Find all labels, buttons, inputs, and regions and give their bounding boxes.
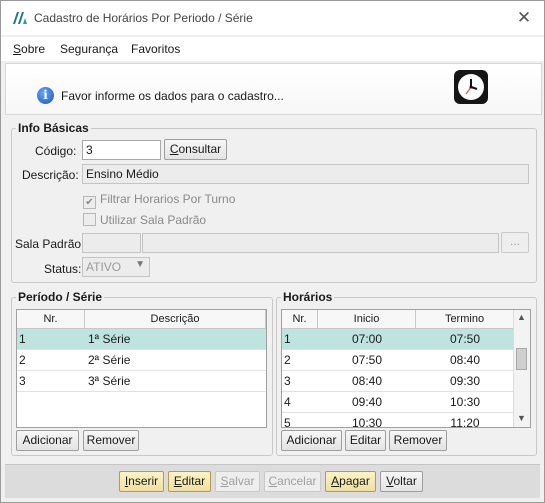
periodo-header-descricao[interactable]: Descrição	[85, 310, 266, 329]
cancelar-button[interactable]: Cancelar	[264, 471, 321, 492]
title-bar: Cadastro de Horários Por Periodo / Série…	[1, 1, 544, 35]
horarios-scrollbar[interactable]: ▲ ▼	[513, 310, 530, 427]
consultar-button[interactable]: Consultar	[164, 139, 227, 160]
info-icon: i	[37, 87, 54, 104]
row-termino: 11:20	[450, 416, 480, 428]
table-row[interactable]: 3 08:40 09:30	[282, 371, 514, 392]
descricao-label: Descrição:	[22, 168, 79, 182]
table-row[interactable]: 2 2ª Série	[17, 350, 266, 371]
menu-sobre[interactable]: Sobre	[13, 42, 45, 56]
scroll-up-icon[interactable]: ▲	[517, 312, 526, 322]
row-desc: 1ª Série	[88, 332, 131, 346]
filtrar-checkbox[interactable]: ✔ Filtrar Horarios Por Turno	[83, 192, 235, 209]
periodo-header-nr[interactable]: Nr.	[17, 310, 85, 329]
main-window: Cadastro de Horários Por Periodo / Série…	[0, 0, 545, 503]
horarios-editar-button[interactable]: Editar	[345, 430, 386, 451]
periodo-legend: Período / Série	[16, 290, 105, 304]
row-inicio: 10:30	[351, 416, 383, 428]
status-select[interactable]: ATIVO ▼	[82, 257, 150, 277]
horarios-remover-button[interactable]: Remover	[389, 430, 447, 451]
horarios-legend: Horários	[281, 290, 335, 304]
editar-button[interactable]: Editar	[168, 471, 211, 492]
row-nr: 2	[19, 353, 26, 367]
scroll-down-icon[interactable]: ▼	[517, 413, 526, 423]
info-message: Favor informe os dados para o cadastro..…	[61, 89, 284, 103]
periodo-table: Nr. Descrição 1 1ª Série 2 2ª Série 3 3ª…	[16, 309, 267, 428]
sala-code-input[interactable]	[82, 233, 141, 253]
table-row[interactable]: 2 07:50 08:40	[282, 350, 514, 371]
checkbox-box	[83, 213, 96, 226]
table-row[interactable]: 3 3ª Série	[17, 371, 266, 392]
table-row[interactable]: 5 10:30 11:20	[282, 413, 514, 428]
horarios-header-inicio[interactable]: Inicio	[318, 310, 416, 329]
app-logo-icon	[13, 12, 27, 24]
chevron-down-icon: ▼	[135, 259, 145, 270]
row-inicio: 07:00	[351, 332, 383, 346]
row-desc: 2ª Série	[88, 353, 131, 367]
horarios-header-termino[interactable]: Termino	[416, 310, 514, 329]
row-nr: 1	[19, 332, 26, 346]
row-nr: 4	[284, 395, 291, 409]
sala-browse-button[interactable]: ...	[501, 232, 529, 253]
row-nr: 3	[284, 374, 291, 388]
row-inicio: 09:40	[351, 395, 383, 409]
sala-name-input[interactable]	[142, 233, 499, 253]
utilizar-sala-checkbox[interactable]: Utilizar Sala Padrão	[83, 213, 206, 227]
apagar-button[interactable]: Apagar	[325, 471, 376, 492]
menu-bar: Sobre Segurança Favoritos	[1, 37, 544, 61]
filtrar-label: Filtrar Horarios Por Turno	[100, 192, 236, 206]
horarios-table: Nr. Inicio Termino 1 07:00 07:50 2 07:50…	[281, 309, 531, 428]
sala-padrao-label: Sala Padrão:	[15, 237, 85, 251]
menu-favoritos[interactable]: Favoritos	[131, 42, 180, 56]
status-value: ATIVO	[86, 260, 122, 274]
row-inicio: 07:50	[351, 353, 383, 367]
row-nr: 5	[284, 416, 291, 428]
row-termino: 07:50	[449, 332, 481, 346]
clock-icon	[454, 70, 488, 104]
row-termino: 10:30	[449, 395, 481, 409]
table-row[interactable]: 1 07:00 07:50	[282, 329, 514, 350]
check-icon: ✔	[83, 196, 96, 209]
scroll-thumb[interactable]	[516, 348, 527, 370]
status-label: Status:	[44, 262, 82, 276]
horarios-header-nr[interactable]: Nr.	[282, 310, 318, 329]
inserir-button[interactable]: Inserir	[119, 471, 164, 492]
codigo-label: Código:	[35, 144, 77, 158]
utilizar-label: Utilizar Sala Padrão	[100, 213, 207, 227]
descricao-input[interactable]: Ensino Médio	[82, 164, 529, 184]
window-title: Cadastro de Horários Por Periodo / Série	[34, 11, 253, 25]
table-row[interactable]: 4 09:40 10:30	[282, 392, 514, 413]
row-nr: 3	[19, 374, 26, 388]
menu-seguranca[interactable]: Segurança	[60, 42, 118, 56]
periodo-adicionar-button[interactable]: Adicionar	[16, 430, 79, 451]
info-banner: i Favor informe os dados para o cadastro…	[5, 63, 542, 115]
row-inicio: 08:40	[351, 374, 383, 388]
codigo-input[interactable]: 3	[82, 140, 161, 160]
row-desc: 3ª Série	[88, 374, 131, 388]
periodo-remover-button[interactable]: Remover	[83, 430, 139, 451]
row-nr: 2	[284, 353, 291, 367]
table-row[interactable]: 1 1ª Série	[17, 329, 266, 350]
row-termino: 08:40	[449, 353, 481, 367]
voltar-button[interactable]: Voltar	[380, 471, 423, 492]
horarios-adicionar-button[interactable]: Adicionar	[281, 430, 342, 451]
salvar-button[interactable]: Salvar	[215, 471, 260, 492]
row-nr: 1	[284, 332, 291, 346]
basic-info-legend: Info Básicas	[16, 121, 91, 135]
close-icon[interactable]: ✕	[514, 8, 534, 28]
row-termino: 09:30	[449, 374, 481, 388]
